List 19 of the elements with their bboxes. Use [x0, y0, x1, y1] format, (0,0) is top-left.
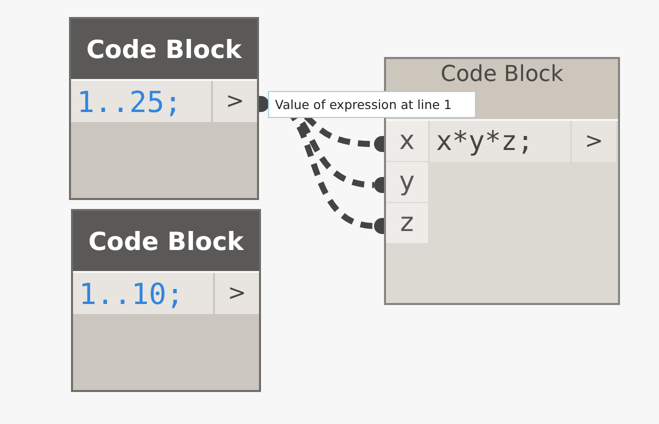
- input-port-label[interactable]: y: [386, 162, 428, 202]
- node-title: Code Block: [86, 34, 242, 64]
- node-header[interactable]: Code Block: [73, 211, 259, 273]
- code-block-node[interactable]: Code Block 1..10; >: [71, 209, 261, 392]
- code-block-node[interactable]: Code Block 1..25; >: [69, 17, 259, 200]
- code-editor[interactable]: x*y*z;: [430, 121, 570, 162]
- input-connector-icon[interactable]: [374, 177, 384, 193]
- node-title: Code Block: [440, 62, 564, 87]
- input-port-label[interactable]: x: [386, 121, 428, 161]
- output-port[interactable]: >: [213, 81, 257, 122]
- input-connector-icon[interactable]: [374, 218, 384, 234]
- node-header[interactable]: Code Block: [71, 19, 257, 81]
- output-connector-icon[interactable]: [259, 96, 269, 112]
- node-title: Code Block: [88, 226, 244, 256]
- output-port[interactable]: >: [215, 273, 259, 314]
- tooltip: Value of expression at line 1: [268, 91, 476, 118]
- input-connector-icon[interactable]: [374, 136, 384, 152]
- output-port[interactable]: >: [572, 121, 616, 162]
- input-port-label[interactable]: z: [386, 203, 428, 243]
